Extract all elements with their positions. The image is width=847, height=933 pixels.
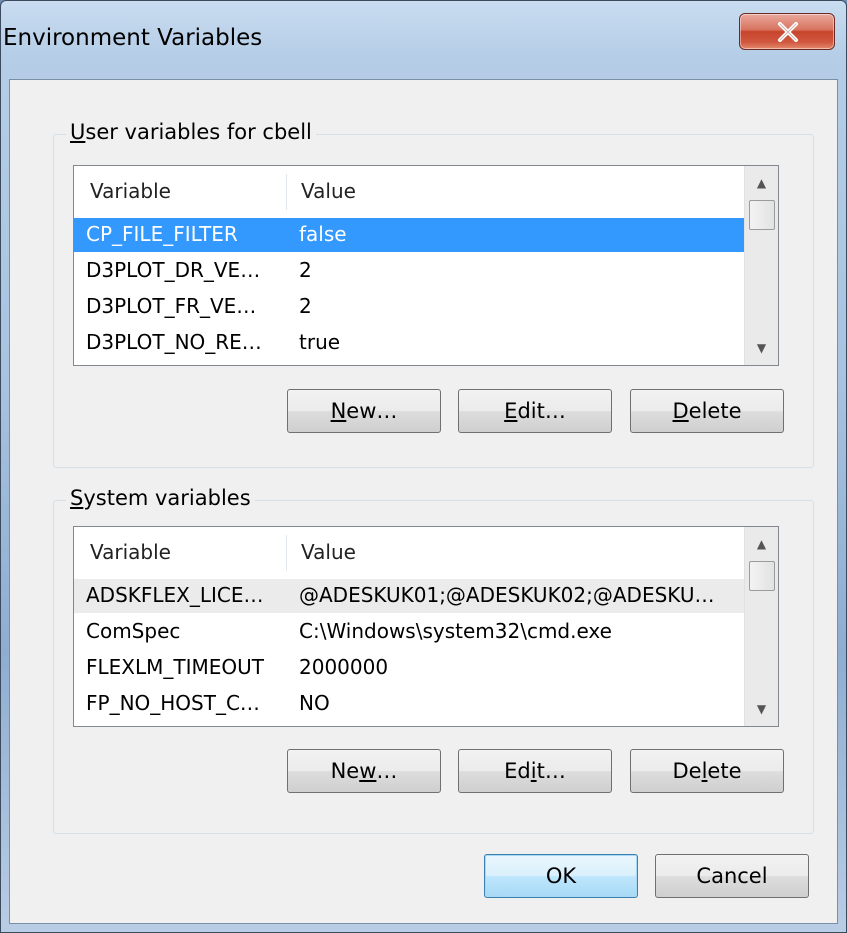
variable-value: C:\Windows\system32\cmd.exe	[299, 619, 612, 643]
column-header-value[interactable]: Value	[301, 179, 356, 203]
system-variables-label: System variables	[66, 486, 255, 510]
column-separator[interactable]	[286, 174, 287, 210]
system-edit-button[interactable]: Ed i t…	[458, 749, 612, 793]
dialog-window: Environment Variables User variables for…	[0, 0, 847, 933]
list-row[interactable]: CP_FILE_FILTER false	[74, 218, 778, 252]
list-header: Variable Value	[74, 527, 778, 577]
variable-value: 2000000	[299, 655, 389, 679]
dialog-client-area: User variables for cbell Variable Value …	[9, 79, 838, 924]
close-button[interactable]	[739, 13, 835, 50]
column-header-variable[interactable]: Variable	[90, 179, 171, 203]
close-icon	[778, 22, 798, 42]
variable-name: ComSpec	[86, 619, 181, 643]
variable-name: D3PLOT_NO_RE…	[86, 330, 262, 354]
column-header-value[interactable]: Value	[301, 540, 356, 564]
user-new-button[interactable]: New…	[287, 389, 441, 433]
variable-value: false	[299, 222, 347, 246]
variable-name: D3PLOT_DR_VE…	[86, 258, 261, 282]
ok-button[interactable]: OK	[484, 854, 638, 898]
user-variables-label: User variables for cbell	[66, 120, 316, 144]
list-row[interactable]: FP_NO_HOST_C… NO	[74, 687, 778, 721]
variable-value: @ADESKUK01;@ADESKUK02;@ADESKU…	[299, 583, 715, 607]
list-row[interactable]: D3PLOT_FR_VE… 2	[74, 290, 778, 324]
scroll-up-arrow-icon[interactable]: ▲	[745, 529, 778, 559]
title-bar[interactable]: Environment Variables	[1, 1, 846, 79]
column-separator[interactable]	[286, 535, 287, 571]
scroll-up-arrow-icon[interactable]: ▲	[745, 168, 778, 198]
list-header: Variable Value	[74, 166, 778, 216]
system-new-button[interactable]: Ne w…	[287, 749, 441, 793]
scroll-down-arrow-icon[interactable]: ▼	[745, 333, 778, 363]
system-delete-button[interactable]: De l ete	[630, 749, 784, 793]
scrollbar-thumb[interactable]	[749, 200, 775, 230]
vertical-scrollbar[interactable]: ▲ ▼	[744, 166, 778, 365]
variable-name: FLEXLM_TIMEOUT	[86, 655, 264, 679]
system-variables-list[interactable]: Variable Value ADSKFLEX_LICE… @ADESKUK01…	[73, 526, 779, 727]
variable-value: 2	[299, 258, 312, 282]
variable-name: FP_NO_HOST_C…	[86, 691, 260, 715]
user-edit-button[interactable]: Edit…	[458, 389, 612, 433]
list-row[interactable]: FLEXLM_TIMEOUT 2000000	[74, 651, 778, 685]
variable-value: 2	[299, 294, 312, 318]
variable-value: true	[299, 330, 341, 354]
user-variables-list[interactable]: Variable Value CP_FILE_FILTER false D3PL…	[73, 165, 779, 366]
vertical-scrollbar[interactable]: ▲ ▼	[744, 527, 778, 726]
variable-name: CP_FILE_FILTER	[86, 222, 238, 246]
list-row[interactable]: D3PLOT_NO_RE… true	[74, 326, 778, 360]
cancel-button[interactable]: Cancel	[655, 854, 809, 898]
variable-value: NO	[299, 691, 330, 715]
list-row[interactable]: ADSKFLEX_LICE… @ADESKUK01;@ADESKUK02;@AD…	[74, 579, 778, 613]
column-header-variable[interactable]: Variable	[90, 540, 171, 564]
user-delete-button[interactable]: Delete	[630, 389, 784, 433]
list-row[interactable]: D3PLOT_DR_VE… 2	[74, 254, 778, 288]
scroll-down-arrow-icon[interactable]: ▼	[745, 694, 778, 724]
scrollbar-thumb[interactable]	[749, 561, 775, 591]
variable-name: ADSKFLEX_LICE…	[86, 583, 264, 607]
variable-name: D3PLOT_FR_VE…	[86, 294, 257, 318]
list-row[interactable]: ComSpec C:\Windows\system32\cmd.exe	[74, 615, 778, 649]
window-title: Environment Variables	[3, 25, 263, 51]
